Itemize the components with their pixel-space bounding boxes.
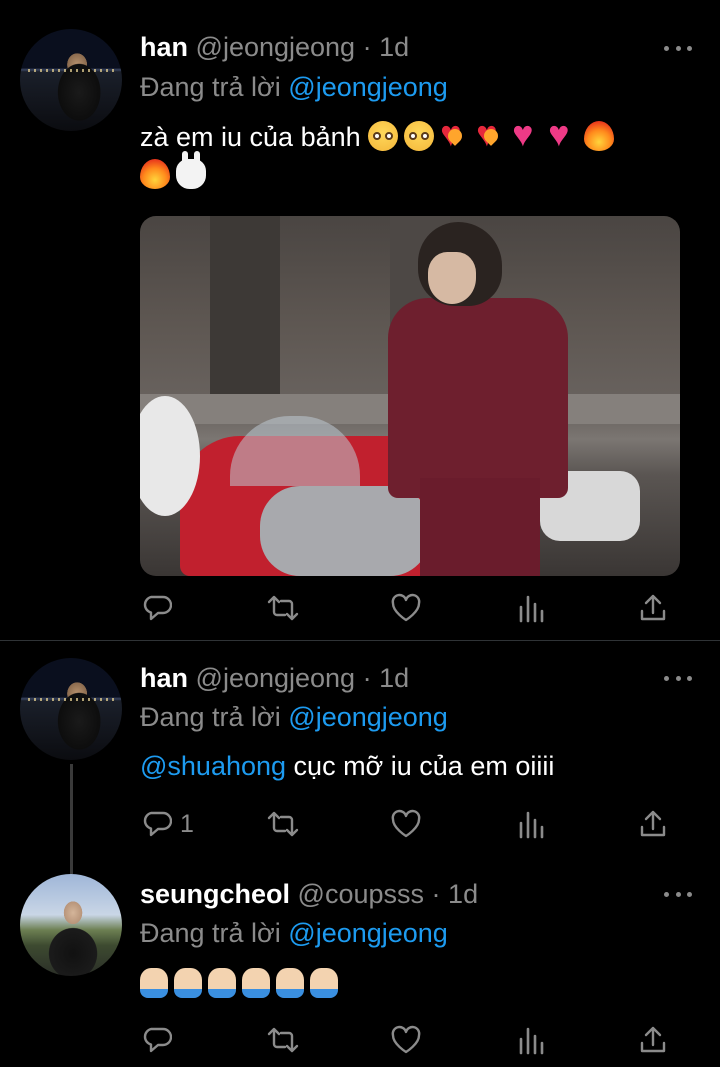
more-icon[interactable] <box>664 673 692 683</box>
reply-icon <box>143 595 172 621</box>
pleading-face-icon <box>404 121 435 151</box>
views-button[interactable] <box>517 1025 545 1055</box>
tweet-text: zà em iu của bảnh <box>140 115 700 194</box>
reply-to-link[interactable]: @jeongjeong <box>288 72 448 102</box>
replying-to: Đang trả lời @jeongjeong <box>140 72 448 102</box>
avatar[interactable] <box>20 29 122 131</box>
folded-hands-icon <box>174 968 202 998</box>
tweet-header: seungcheol @coupsss · 1d <box>140 879 479 909</box>
tweet-actions <box>140 593 680 623</box>
retweet-icon <box>267 811 299 837</box>
retweet-icon <box>267 595 299 621</box>
avatar[interactable] <box>20 658 122 760</box>
reply-count: 1 <box>180 809 194 838</box>
like-button[interactable] <box>390 809 422 839</box>
tweet-actions: 1 <box>140 809 680 839</box>
heart-icon <box>391 1025 421 1054</box>
tweet-photo[interactable] <box>140 216 680 576</box>
replying-to: Đang trả lời @jeongjeong <box>140 918 448 948</box>
heart-icon <box>391 593 421 622</box>
mention-link[interactable]: @shuahong <box>140 751 286 781</box>
tweet[interactable]: seungcheol @coupsss · 1d Đang trả lời @j… <box>0 857 720 1067</box>
fire-icon <box>140 159 170 189</box>
more-icon[interactable] <box>664 889 692 899</box>
views-button[interactable] <box>517 593 545 623</box>
retweet-button[interactable] <box>266 809 300 839</box>
tweet-text: @shuahong cục mỡ iu của em oiiii <box>140 751 555 781</box>
replying-to: Đang trả lời @jeongjeong <box>140 702 448 732</box>
share-button[interactable] <box>638 1025 668 1055</box>
share-button[interactable] <box>638 809 668 839</box>
display-name[interactable]: han <box>140 663 188 693</box>
views-icon <box>519 1027 544 1055</box>
reply-button[interactable] <box>142 593 172 623</box>
tweet-actions <box>140 1025 680 1055</box>
growing-heart-icon <box>512 115 542 153</box>
display-name[interactable]: han <box>140 32 188 62</box>
reply-icon <box>143 811 172 837</box>
views-icon <box>519 811 544 839</box>
display-name[interactable]: seungcheol <box>140 879 290 909</box>
pleading-face-icon <box>368 121 399 151</box>
tweet-header: han @jeongjeong · 1d <box>140 663 410 693</box>
reply-icon <box>143 1027 172 1053</box>
folded-hands-icon <box>208 968 236 998</box>
share-icon <box>640 810 666 837</box>
more-icon[interactable] <box>664 43 692 53</box>
heart-on-fire-icon <box>440 115 470 153</box>
reply-to-link[interactable]: @jeongjeong <box>288 702 448 732</box>
tweet[interactable]: han @jeongjeong · 1d Đang trả lời @jeong… <box>0 641 720 857</box>
heart-icon <box>391 809 421 838</box>
folded-hands-icon <box>242 968 270 998</box>
share-icon <box>640 1026 666 1053</box>
reply-to-link[interactable]: @jeongjeong <box>288 918 448 948</box>
tweet-header: han @jeongjeong · 1d <box>140 32 410 62</box>
user-handle[interactable]: @coupsss <box>298 879 424 909</box>
retweet-icon <box>267 1027 299 1053</box>
user-handle[interactable]: @jeongjeong <box>196 32 356 62</box>
folded-hands-icon <box>310 968 338 998</box>
retweet-button[interactable] <box>266 1025 300 1055</box>
timestamp[interactable]: 1d <box>379 663 409 693</box>
growing-heart-icon <box>548 115 578 153</box>
reply-button[interactable] <box>142 1025 172 1055</box>
views-icon <box>519 595 544 623</box>
heart-on-fire-icon <box>476 115 506 153</box>
like-button[interactable] <box>390 593 422 623</box>
folded-hands-icon <box>276 968 304 998</box>
like-button[interactable] <box>390 1025 422 1055</box>
timestamp[interactable]: 1d <box>448 879 478 909</box>
retweet-button[interactable] <box>266 593 300 623</box>
timestamp[interactable]: 1d <box>379 32 409 62</box>
folded-hands-icon <box>140 968 168 998</box>
avatar[interactable] <box>20 874 122 976</box>
fire-icon <box>584 121 615 151</box>
share-icon <box>640 594 666 621</box>
user-handle[interactable]: @jeongjeong <box>196 663 356 693</box>
share-button[interactable] <box>638 593 668 623</box>
tweet[interactable]: han @jeongjeong · 1d Đang trả lời @jeong… <box>0 0 720 640</box>
reply-button[interactable]: 1 <box>142 809 194 839</box>
tweet-text <box>140 965 700 1003</box>
views-button[interactable] <box>517 809 545 839</box>
rabbit-face-icon <box>176 151 206 189</box>
